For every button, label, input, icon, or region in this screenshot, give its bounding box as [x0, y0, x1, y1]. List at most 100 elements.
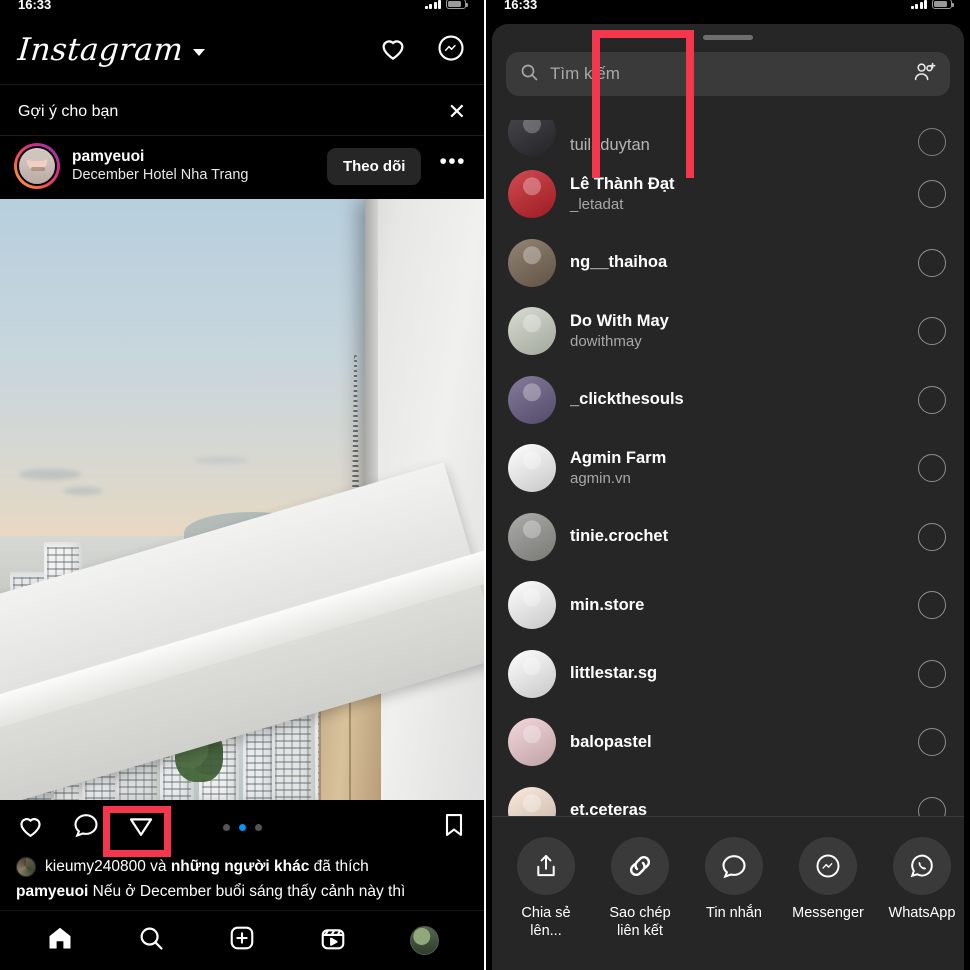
contact-avatar: [508, 649, 556, 698]
contact-meta: et.ceteras_: [570, 800, 904, 816]
share-options-bar: Chia sẻ lên... Sao chép liên kết Tin nhắn M…: [492, 816, 964, 970]
contact-handle: _letadat: [570, 195, 624, 213]
likes-text: kieumy240800 và những người khác đã thíc…: [45, 857, 369, 878]
contact-meta: min.store: [570, 595, 904, 616]
share-option-label: WhatsApp: [888, 905, 956, 921]
contact-avatar: [508, 170, 556, 219]
contact-meta: littlestar.sg: [570, 663, 904, 684]
message-bubble-icon[interactable]: [705, 837, 763, 895]
suggestions-header: Gợi ý cho bạn ✕: [0, 84, 484, 135]
share-option[interactable]: Messenger: [792, 837, 864, 922]
heart-icon[interactable]: [16, 811, 45, 845]
search-icon[interactable]: [137, 924, 165, 957]
contact-select-checkbox[interactable]: [918, 180, 946, 209]
share-option[interactable]: Chia sẻ lên...: [510, 837, 582, 940]
contact-select-checkbox[interactable]: [918, 454, 946, 483]
share-option-label: Tin nhắn: [706, 905, 762, 921]
signal-bars-icon: [910, 0, 927, 9]
drag-handle[interactable]: [703, 35, 753, 40]
contact-select-checkbox[interactable]: [918, 796, 946, 816]
contact-row[interactable]: tuiladuytan: [492, 120, 964, 160]
contact-row[interactable]: balopastel: [492, 708, 964, 777]
share-option-label: Messenger: [792, 905, 864, 921]
contact-meta: balopastel: [570, 732, 904, 753]
contact-select-checkbox[interactable]: [918, 317, 946, 346]
contact-row[interactable]: littlestar.sg: [492, 640, 964, 709]
suggestion-username[interactable]: pamyeuoi: [72, 147, 315, 166]
instagram-wordmark: Instagram: [16, 32, 185, 68]
likes-connector: và: [145, 858, 171, 875]
messenger-icon[interactable]: [436, 33, 466, 68]
reels-icon[interactable]: [319, 924, 347, 957]
avatar[interactable]: [14, 143, 60, 189]
contact-avatar: [508, 120, 556, 156]
dual-phone-screenshot: 16:33 Instagram Gợi ý cho bạn ✕ pamyeuoi…: [0, 0, 970, 970]
contact-row[interactable]: _clickthesouls: [492, 366, 964, 435]
search-placeholder: Tìm kiếm: [550, 64, 620, 83]
paper-plane-icon[interactable]: [127, 811, 155, 844]
contact-meta: Agmin Farm agmin.vn: [570, 448, 904, 488]
header-icons: [378, 33, 466, 68]
contact-name: tinie.crochet: [570, 527, 669, 546]
follow-button[interactable]: Theo dõi: [326, 147, 422, 185]
contact-meta: Lê Thành Đạt _letadat: [570, 174, 904, 214]
share-up-icon[interactable]: [517, 837, 575, 895]
chevron-down-icon[interactable]: [193, 49, 206, 56]
share-option[interactable]: WhatsApp: [886, 837, 958, 922]
post-photo[interactable]: [0, 199, 484, 800]
likes-row: kieumy240800 và những người khác đã thíc…: [0, 855, 484, 878]
share-option[interactable]: Tin nhắn: [698, 837, 770, 922]
liker-username[interactable]: kieumy240800: [45, 858, 146, 875]
share-bottom-sheet: Tìm kiếm tuiladuytan Lê Thành Đạt _letadat…: [492, 24, 964, 970]
caption-row: pamyeuoi Nếu ở December buổi sáng thấy c…: [0, 878, 484, 901]
contact-row[interactable]: Agmin Farm agmin.vn: [492, 434, 964, 503]
contact-avatar: [508, 512, 556, 561]
contact-row[interactable]: Lê Thành Đạt _letadat: [492, 160, 964, 229]
instagram-logo-dropdown[interactable]: Instagram: [16, 32, 206, 68]
suggestions-title: Gợi ý cho bạn: [18, 103, 119, 120]
caption-username[interactable]: pamyeuoi: [16, 883, 88, 900]
link-icon[interactable]: [611, 837, 669, 895]
contact-select-checkbox[interactable]: [918, 591, 946, 620]
likes-others[interactable]: những người khác: [171, 858, 310, 875]
post-action-bar: [0, 800, 484, 857]
messenger-icon[interactable]: [799, 837, 857, 895]
contact-name: _clickthesouls: [570, 390, 684, 409]
contact-name: et.ceteras_: [570, 801, 657, 816]
whatsapp-icon[interactable]: [893, 837, 951, 895]
search-input[interactable]: Tìm kiếm: [506, 52, 950, 96]
contact-list[interactable]: tuiladuytan Lê Thành Đạt _letadat ng__thaih…: [492, 120, 964, 816]
contact-avatar: [508, 786, 556, 816]
contact-name: Do With May: [570, 312, 669, 331]
share-option-label: Sao chép liên kết: [609, 905, 671, 940]
more-options-icon[interactable]: •••: [433, 151, 470, 176]
home-icon[interactable]: [46, 924, 74, 957]
heart-icon[interactable]: [378, 33, 408, 68]
comment-icon[interactable]: [72, 811, 100, 844]
contact-row[interactable]: et.ceteras_: [492, 777, 964, 816]
profile-avatar[interactable]: [409, 926, 439, 955]
contact-meta: Do With May dowithmay: [570, 311, 904, 351]
contact-select-checkbox[interactable]: [918, 385, 946, 414]
status-indicators: [424, 0, 468, 9]
contact-avatar: [508, 444, 556, 493]
contact-select-checkbox[interactable]: [918, 128, 946, 156]
share-option[interactable]: Sao chép liên kết: [604, 837, 676, 940]
likes-suffix: đã thích: [309, 858, 369, 875]
contact-row[interactable]: Do With May dowithmay: [492, 297, 964, 366]
contact-select-checkbox[interactable]: [918, 728, 946, 757]
contact-row[interactable]: ng__thaihoa: [492, 229, 964, 298]
bookmark-icon[interactable]: [440, 814, 468, 843]
contact-select-checkbox[interactable]: [918, 659, 946, 688]
contact-select-checkbox[interactable]: [918, 248, 946, 277]
add-people-icon[interactable]: [913, 60, 937, 89]
contact-select-checkbox[interactable]: [918, 522, 946, 551]
contact-row[interactable]: tinie.crochet: [492, 503, 964, 572]
caption-text: Nếu ở December buổi sáng thấy cảnh này t…: [88, 882, 406, 900]
suggestion-row[interactable]: pamyeuoi December Hotel Nha Trang Theo d…: [0, 135, 484, 199]
close-icon[interactable]: ✕: [448, 101, 466, 123]
contact-avatar: [508, 238, 556, 287]
plus-box-icon[interactable]: [228, 924, 256, 957]
contact-row[interactable]: min.store: [492, 571, 964, 640]
bottom-tab-bar: [0, 910, 484, 970]
